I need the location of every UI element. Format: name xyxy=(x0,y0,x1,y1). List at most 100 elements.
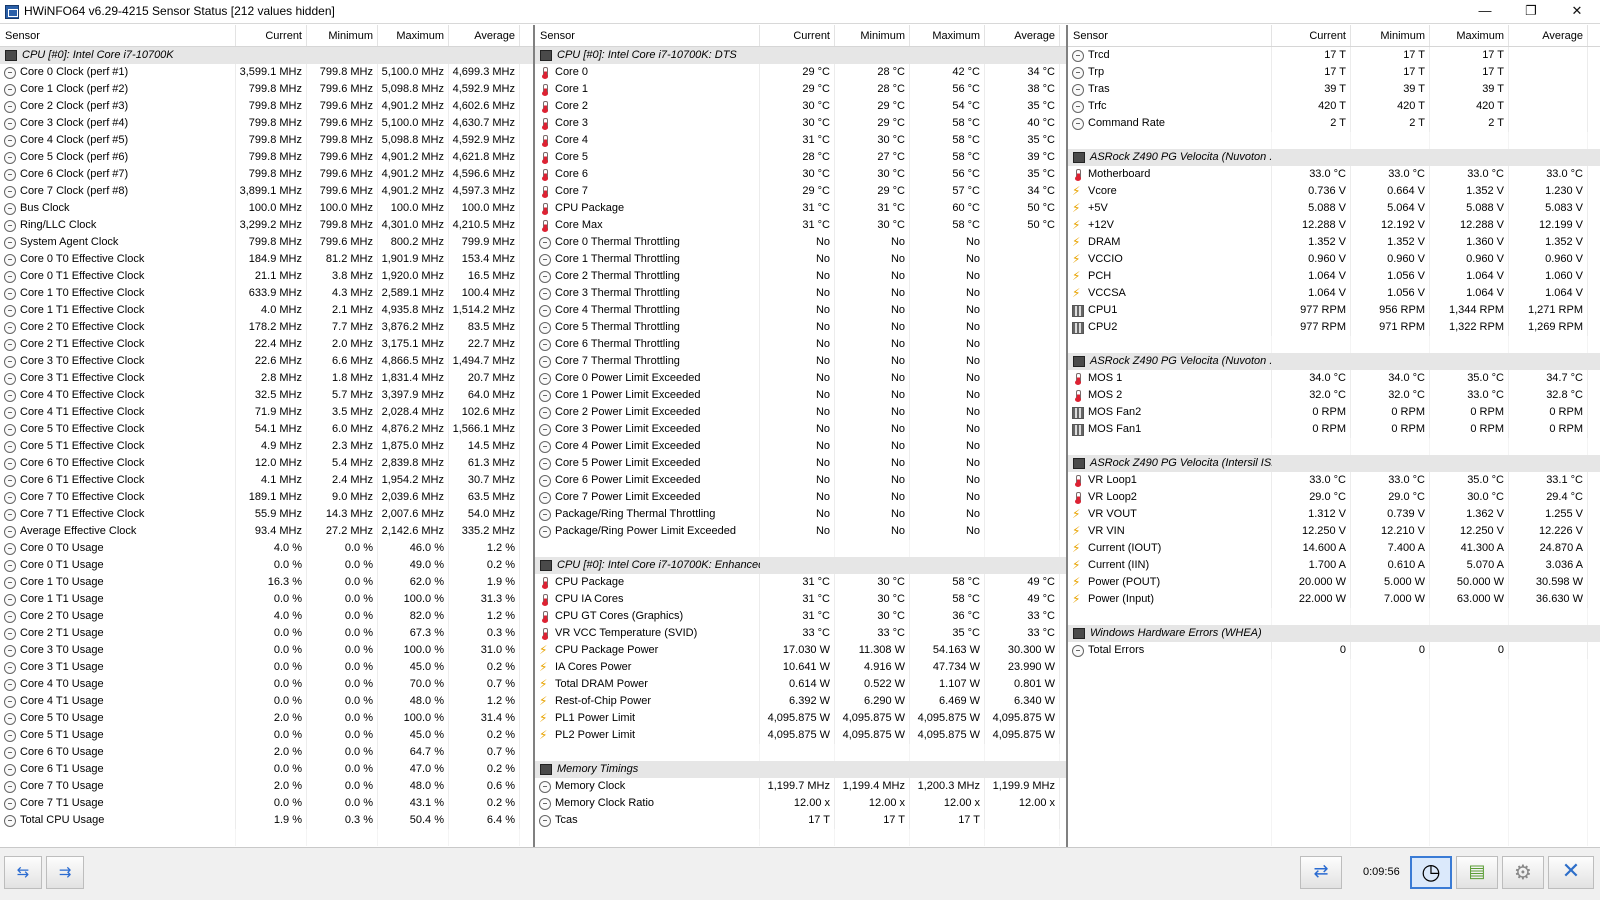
sensor-row[interactable]: Core 1 Clock (perf #2) 799.8 MHz 799.6 MHz… xyxy=(0,81,533,98)
sensor-row[interactable]: IA Cores Power 10.641 W4.916 W47.734 W23.… xyxy=(535,659,1066,676)
sensor-row[interactable]: Core 6 Thermal Throttling No No No xyxy=(535,336,1066,353)
sensor-row[interactable]: MOS Fan2 0 RPM 0 RPM 0 RPM 0 RPM xyxy=(1068,404,1600,421)
sensor-row[interactable]: PL1 Power Limit4,095.875 W4,095.875 W4,0… xyxy=(535,710,1066,727)
column-header-maximum[interactable]: Maximum xyxy=(378,25,449,46)
sensor-row[interactable]: Core 6 T1 Effective Clock 4.1 MHz 2.4 MHz 1… xyxy=(0,472,533,489)
sensor-row[interactable]: Core 0 29 °C 28 °C 42 °C 34 °C xyxy=(535,64,1066,81)
sensor-row[interactable]: Core 5 T1 Usage 0.0 % 0.0 % 45.0 % 0.2 % xyxy=(0,727,533,744)
sensor-row[interactable]: Tcas 17 T 17 T 17 T xyxy=(535,812,1066,829)
sensor-row[interactable]: Core 2 T0 Usage 4.0 % 0.0 % 82.0 % 1.2 % xyxy=(0,608,533,625)
sensor-row[interactable]: Core Max 31 °C 30 °C 58 °C 50 °C xyxy=(535,217,1066,234)
network-icon[interactable]: ⇄ xyxy=(1300,856,1342,889)
sensor-row[interactable]: Core 4 T1 Effective Clock 71.9 MHz 3.5 MHz… xyxy=(0,404,533,421)
sensor-row[interactable]: Core 0 T0 Effective Clock 184.9 MHz 81.2 M… xyxy=(0,251,533,268)
column-header-maximum[interactable]: Maximum xyxy=(1430,25,1509,46)
sensor-row[interactable]: Motherboard 33.0 °C 33.0 °C 33.0 °C 33.0 °C xyxy=(1068,166,1600,183)
sensor-row[interactable]: Core 0 T1 Usage 0.0 % 0.0 % 49.0 % 0.2 % xyxy=(0,557,533,574)
sensor-row[interactable]: Trp 17 T 17 T 17 T xyxy=(1068,64,1600,81)
sensor-row[interactable]: Core 0 T0 Usage 4.0 % 0.0 % 46.0 % 1.2 % xyxy=(0,540,533,557)
sensor-row[interactable]: VR Loop2 29.0 °C 29.0 °C 30.0 °C 29.4 °C xyxy=(1068,489,1600,506)
sensor-row[interactable]: Core 5 Thermal Throttling No No No xyxy=(535,319,1066,336)
sensor-row[interactable]: Core 2 Clock (perf #3) 799.8 MHz 799.6 MHz… xyxy=(0,98,533,115)
sensor-row[interactable]: Core 6 T1 Usage 0.0 % 0.0 % 47.0 % 0.2 % xyxy=(0,761,533,778)
sensor-row[interactable]: CPU1 977 RPM 956 RPM 1,344 RPM 1,271 RPM xyxy=(1068,302,1600,319)
report-icon[interactable]: ▤ xyxy=(1456,856,1498,889)
column-header-current[interactable]: Current xyxy=(1272,25,1351,46)
sensor-row[interactable]: Total CPU Usage 1.9 % 0.3 % 50.4 % 6.4 % xyxy=(0,812,533,829)
sensor-row[interactable]: +12V12.288 V12.192 V12.288 V12.199 V xyxy=(1068,217,1600,234)
sensor-row[interactable]: VCCIO0.960 V0.960 V0.960 V0.960 V xyxy=(1068,251,1600,268)
sensor-row[interactable]: CPU2 977 RPM 971 RPM 1,322 RPM 1,269 RPM xyxy=(1068,319,1600,336)
sensor-row[interactable]: Current (IOUT) 14.600 A7.400 A41.300 A24.… xyxy=(1068,540,1600,557)
sensor-row[interactable]: PCH1.064 V1.056 V1.064 V1.060 V xyxy=(1068,268,1600,285)
sensor-panel-2[interactable]: Sensor Current Minimum Maximum Average CPU [#… xyxy=(535,25,1068,847)
sensor-row[interactable]: Core 1 T0 Effective Clock 633.9 MHz 4.3 MH… xyxy=(0,285,533,302)
column-header-current[interactable]: Current xyxy=(236,25,307,46)
column-header-average[interactable]: Average xyxy=(1509,25,1588,46)
sensor-row[interactable]: Core 7 T1 Effective Clock 55.9 MHz 14.3 MH… xyxy=(0,506,533,523)
column-header-minimum[interactable]: Minimum xyxy=(835,25,910,46)
column-header-sensor[interactable]: Sensor xyxy=(0,25,236,46)
sensor-row[interactable]: Trcd 17 T 17 T 17 T xyxy=(1068,47,1600,64)
sensor-row[interactable]: Core 7 Thermal Throttling No No No xyxy=(535,353,1066,370)
sensor-row[interactable]: Current (IIN) 1.700 A0.610 A5.070 A3.036 … xyxy=(1068,557,1600,574)
sensor-group-header[interactable]: Windows Hardware Errors (WHEA) xyxy=(1068,625,1600,642)
minimize-button[interactable]: — xyxy=(1462,0,1508,23)
sensor-row[interactable]: Core 6 Power Limit Exceeded No No No xyxy=(535,472,1066,489)
sensor-row[interactable]: Command Rate 2 T2 T2 T xyxy=(1068,115,1600,132)
sensor-row[interactable]: Core 1 T1 Usage 0.0 % 0.0 % 100.0 % 31.3 % xyxy=(0,591,533,608)
sensor-row[interactable]: Core 6 T0 Usage 2.0 % 0.0 % 64.7 % 0.7 % xyxy=(0,744,533,761)
sensor-row[interactable]: Core 7 Power Limit Exceeded No No No xyxy=(535,489,1066,506)
sensor-row[interactable]: CPU GT Cores (Graphics) 31 °C 30 °C 36 °C 33… xyxy=(535,608,1066,625)
sensor-row[interactable]: CPU IA Cores 31 °C 30 °C 58 °C 49 °C xyxy=(535,591,1066,608)
sensor-row[interactable]: PL2 Power Limit4,095.875 W4,095.875 W4,0… xyxy=(535,727,1066,744)
sensor-row[interactable]: Core 2 T1 Usage 0.0 % 0.0 % 67.3 % 0.3 % xyxy=(0,625,533,642)
sensor-row[interactable]: Core 4 T0 Effective Clock 32.5 MHz 5.7 MHz… xyxy=(0,387,533,404)
sensor-row[interactable]: Core 4 T0 Usage 0.0 % 0.0 % 70.0 % 0.7 % xyxy=(0,676,533,693)
sensor-row[interactable]: Vcore 0.736 V0.664 V1.352 V1.230 V xyxy=(1068,183,1600,200)
column-header-sensor[interactable]: Sensor xyxy=(1068,25,1272,46)
sensor-row[interactable]: Rest-of-Chip Power 6.392 W6.290 W6.469 W6… xyxy=(535,693,1066,710)
column-header-minimum[interactable]: Minimum xyxy=(307,25,378,46)
sensor-row[interactable]: Total Errors 0 0 0 xyxy=(1068,642,1600,659)
sensor-row[interactable]: Core 5 28 °C 27 °C 58 °C 39 °C xyxy=(535,149,1066,166)
sensor-panel-1[interactable]: Sensor Current Minimum Maximum Average CPU [#… xyxy=(0,25,535,847)
sensor-row[interactable]: Core 4 Power Limit Exceeded No No No xyxy=(535,438,1066,455)
sensor-row[interactable]: VCCSA1.064 V1.056 V1.064 V1.064 V xyxy=(1068,285,1600,302)
sensor-row[interactable]: Core 1 29 °C 28 °C 56 °C 38 °C xyxy=(535,81,1066,98)
sensor-row[interactable]: Core 4 31 °C 30 °C 58 °C 35 °C xyxy=(535,132,1066,149)
sensor-row[interactable]: VR VCC Temperature (SVID) 33 °C 33 °C 35 °C… xyxy=(535,625,1066,642)
sensor-group-header[interactable]: ASRock Z490 PG Velocita (Nuvoton ... xyxy=(1068,149,1600,166)
sensor-row[interactable]: Core 2 30 °C 29 °C 54 °C 35 °C xyxy=(535,98,1066,115)
sensor-row[interactable]: Memory Clock 1,199.7 MHz 1,199.4 MHz 1,200.… xyxy=(535,778,1066,795)
sensor-row[interactable]: Core 3 T0 Effective Clock 22.6 MHz 6.6 MHz… xyxy=(0,353,533,370)
sensor-row[interactable]: MOS Fan1 0 RPM 0 RPM 0 RPM 0 RPM xyxy=(1068,421,1600,438)
sensor-row[interactable]: Core 1 T1 Effective Clock 4.0 MHz 2.1 MHz 4… xyxy=(0,302,533,319)
sensor-row[interactable]: Core 0 Power Limit Exceeded No No No xyxy=(535,370,1066,387)
maximize-button[interactable]: ❐ xyxy=(1508,0,1554,23)
sensor-group-header[interactable]: ASRock Z490 PG Velocita (Intersil IS... xyxy=(1068,455,1600,472)
sensor-row[interactable]: CPU Package 31 °C 30 °C 58 °C 49 °C xyxy=(535,574,1066,591)
sensor-row[interactable]: Core 1 Thermal Throttling No No No xyxy=(535,251,1066,268)
sensor-row[interactable]: Core 6 30 °C 30 °C 56 °C 35 °C xyxy=(535,166,1066,183)
sensor-row[interactable]: CPU Package Power 17.030 W11.308 W54.163 … xyxy=(535,642,1066,659)
sensor-row[interactable]: Memory Clock Ratio 12.00 x 12.00 x 12.00 x1… xyxy=(535,795,1066,812)
sensor-row[interactable]: Core 5 T0 Usage 2.0 % 0.0 % 100.0 % 31.4 % xyxy=(0,710,533,727)
clock-icon[interactable]: ◷ xyxy=(1410,856,1452,889)
sensor-row[interactable]: VR VIN12.250 V12.210 V12.250 V12.226 V xyxy=(1068,523,1600,540)
sensor-row[interactable]: Core 5 Clock (perf #6) 799.8 MHz 799.6 MHz… xyxy=(0,149,533,166)
column-header-sensor[interactable]: Sensor xyxy=(535,25,760,46)
sensor-row[interactable]: Core 2 T0 Effective Clock 178.2 MHz 7.7 MH… xyxy=(0,319,533,336)
sensor-row[interactable]: Core 2 Thermal Throttling No No No xyxy=(535,268,1066,285)
sensor-row[interactable]: Trfc 420 T 420 T 420 T xyxy=(1068,98,1600,115)
settings-icon[interactable]: ⚙ xyxy=(1502,856,1544,889)
sensor-row[interactable]: Core 7 T1 Usage 0.0 % 0.0 % 43.1 % 0.2 % xyxy=(0,795,533,812)
sensor-row[interactable]: Core 2 Power Limit Exceeded No No No xyxy=(535,404,1066,421)
sensor-row[interactable]: Core 0 Thermal Throttling No No No xyxy=(535,234,1066,251)
sensor-row[interactable]: VR VOUT 1.312 V0.739 V1.362 V1.255 V xyxy=(1068,506,1600,523)
navigate-right-icon[interactable]: ⇉ xyxy=(46,856,84,889)
sensor-row[interactable]: Core 3 T1 Effective Clock 2.8 MHz 1.8 MHz 1… xyxy=(0,370,533,387)
sensor-row[interactable]: Package/Ring Thermal Throttling No No No xyxy=(535,506,1066,523)
sensor-row[interactable]: Core 3 T0 Usage 0.0 % 0.0 % 100.0 % 31.0 % xyxy=(0,642,533,659)
sensor-row[interactable]: Core 3 T1 Usage 0.0 % 0.0 % 45.0 % 0.2 % xyxy=(0,659,533,676)
